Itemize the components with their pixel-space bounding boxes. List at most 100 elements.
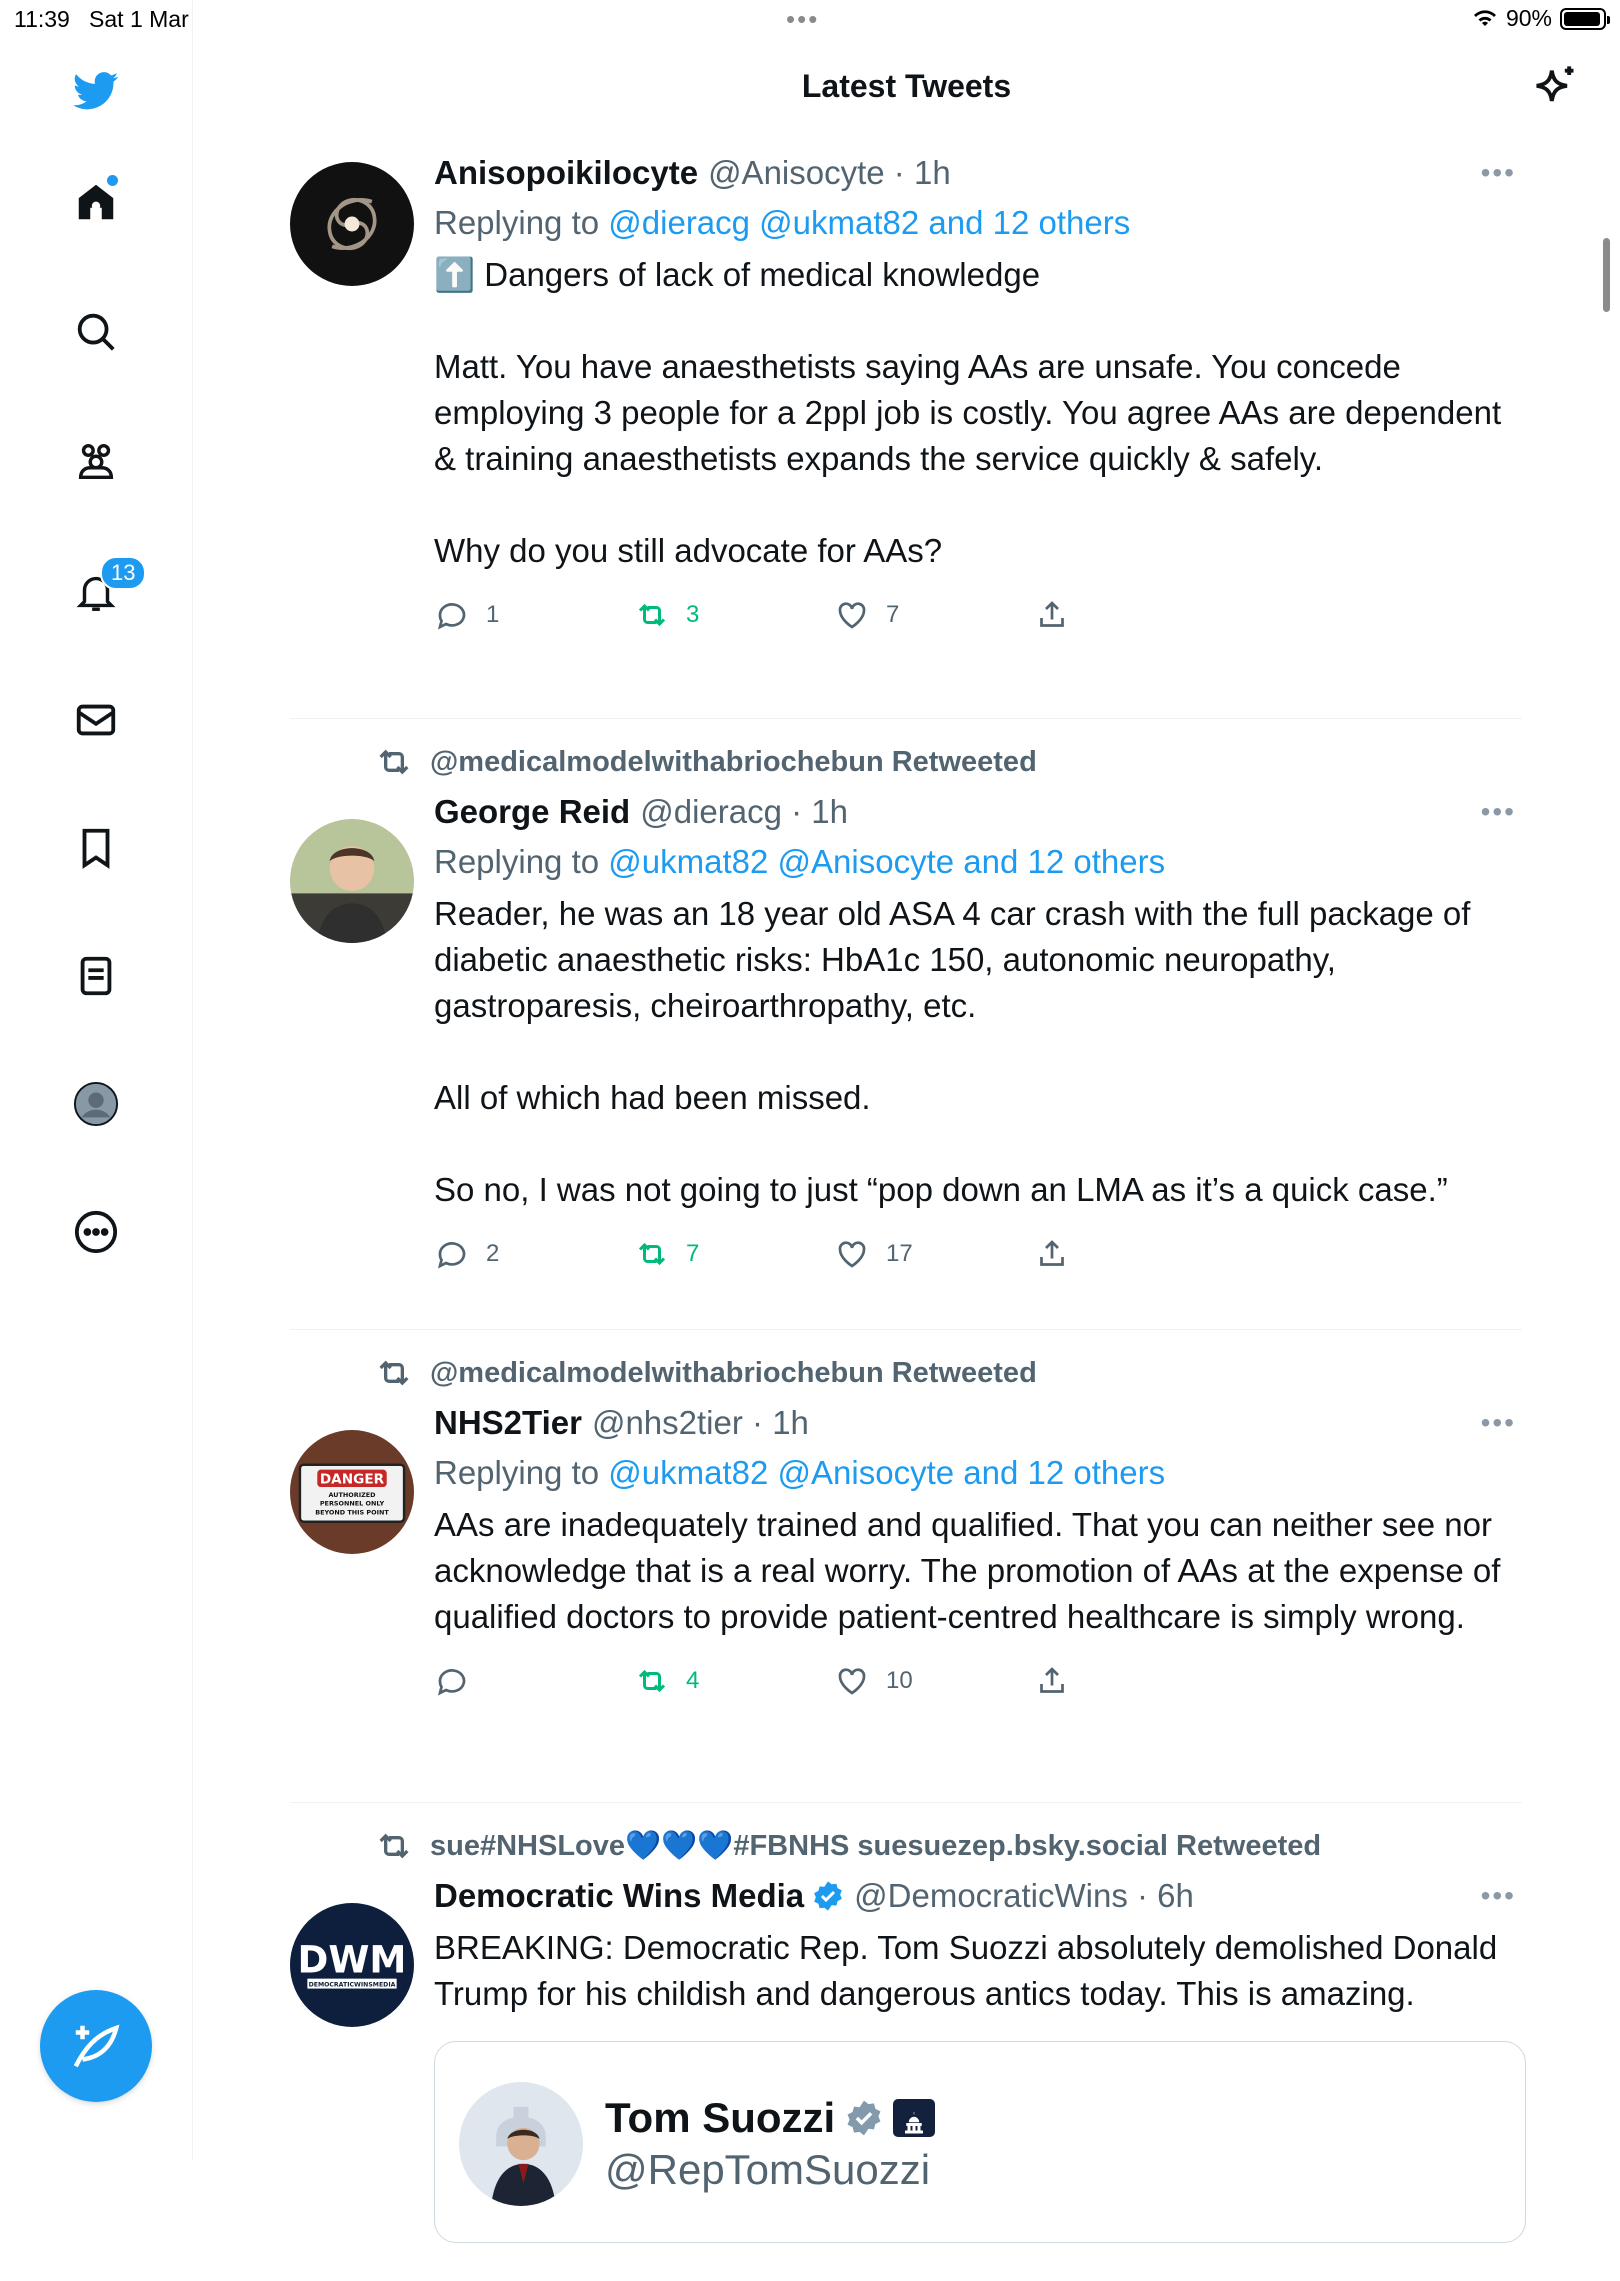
sidebar-item-profile[interactable] — [66, 1074, 126, 1134]
compose-tweet-button[interactable] — [40, 1990, 152, 2102]
retweeted-by[interactable]: sue#NHSLove💙💙💙#FBNHS suesuezep.bsky.soci… — [374, 1821, 1522, 1871]
tweet-header: George Reid @dieracg · 1h ••• — [434, 787, 1522, 837]
share-button[interactable] — [1034, 1236, 1234, 1272]
author-handle[interactable]: @DemocraticWins · 6h — [854, 1877, 1194, 1915]
tweet[interactable]: DWM DEMOCRATICWINSMEDIA sue#NHSLove💙💙💙#FB… — [290, 1821, 1526, 2281]
tweet-header: Democratic Wins Media @DemocraticWins · … — [434, 1871, 1522, 1921]
retweet-icon — [638, 1669, 666, 1693]
reply-icon — [437, 603, 466, 630]
tweet[interactable]: DANGER AUTHORIZED PERSONNEL ONLY BEYOND THI… — [290, 1348, 1522, 1803]
author-handle[interactable]: @nhs2tier · 1h — [592, 1404, 809, 1442]
like-button[interactable]: 7 — [834, 597, 1034, 633]
status-right: 90% — [1472, 5, 1610, 32]
reply-button[interactable]: 1 — [434, 597, 634, 633]
retweet-button[interactable]: 7 — [634, 1236, 834, 1272]
avatar[interactable] — [290, 819, 414, 943]
capitol-icon — [893, 2099, 936, 2137]
lists-icon — [80, 956, 112, 996]
sidebar-item-search[interactable] — [66, 302, 126, 362]
heart-icon — [838, 1241, 866, 1268]
heart-icon — [838, 602, 866, 629]
retweet-button[interactable]: 4 — [634, 1663, 834, 1699]
tweet-text: ⬆️ Dangers of lack of medical knowledge … — [434, 256, 1502, 569]
like-button[interactable]: 17 — [834, 1236, 1034, 1272]
wifi-icon — [1473, 9, 1496, 26]
svg-text:AUTHORIZED: AUTHORIZED — [328, 1491, 375, 1499]
author-name[interactable]: Democratic Wins Media — [434, 1877, 804, 1915]
tweet-more-icon[interactable]: ••• — [1481, 1880, 1516, 1912]
author-name[interactable]: George Reid — [434, 793, 630, 831]
author-name[interactable]: NHS2Tier — [434, 1404, 582, 1442]
tweet-text: BREAKING: Democratic Rep. Tom Suozzi abs… — [434, 1929, 1506, 2012]
share-button[interactable] — [1034, 1663, 1234, 1699]
replying-to: Replying to @ukmat82 @Anisocyte and 12 o… — [434, 1454, 1166, 1491]
communities-icon — [78, 443, 114, 480]
tweet-more-icon[interactable]: ••• — [1481, 1407, 1516, 1439]
twitter-logo-icon[interactable] — [66, 60, 126, 120]
quoted-avatar[interactable] — [459, 2082, 583, 2206]
quoted-author-name[interactable]: Tom Suozzi — [605, 2094, 936, 2142]
danger-sign-text: DANGER — [320, 1471, 385, 1487]
government-verified-badge-icon — [847, 2100, 881, 2136]
reply-mentions-link[interactable]: @ukmat82 @Anisocyte and 12 others — [608, 843, 1165, 880]
more-icon — [74, 1210, 118, 1254]
tweet[interactable]: @medicalmodelwithabriochebun Retweeted G… — [290, 737, 1522, 1330]
sidebar-item-messages[interactable] — [66, 690, 126, 750]
tweet-more-icon[interactable]: ••• — [1481, 157, 1516, 189]
avatar[interactable] — [290, 162, 414, 286]
share-icon — [1040, 1667, 1064, 1693]
tweet-body: @medicalmodelwithabriochebun Retweeted G… — [379, 737, 1522, 1289]
quoted-author-handle[interactable]: @RepTomSuozzi — [605, 2146, 930, 2194]
multitasking-dots[interactable]: ••• — [786, 4, 819, 35]
tweet-body: @medicalmodelwithabriochebun Retweeted N… — [379, 1348, 1522, 1716]
quoted-tweet[interactable]: Tom Suozzi @RepTomSuozzi — [434, 2041, 1526, 2243]
svg-text:BEYOND THIS POINT: BEYOND THIS POINT — [315, 1508, 389, 1516]
search-icon — [77, 313, 115, 351]
tweet-more-icon[interactable]: ••• — [1481, 796, 1516, 828]
share-icon — [1040, 601, 1064, 627]
reply-button[interactable] — [434, 1663, 634, 1699]
svg-text:PERSONNEL ONLY: PERSONNEL ONLY — [320, 1500, 385, 1508]
tweet-body: Anisopoikilocyte @Anisocyte · 1h ••• Rep… — [434, 148, 1522, 650]
share-button[interactable] — [1034, 597, 1234, 633]
verified-badge-icon — [814, 1881, 843, 1911]
replying-to: Replying to @ukmat82 @Anisocyte and 12 o… — [434, 843, 1166, 880]
dwm-logo-text: DWM — [298, 1937, 407, 1981]
compose-feather-icon — [73, 2024, 120, 2068]
sparkle-icon[interactable] — [1528, 62, 1580, 114]
retweeted-by[interactable]: @medicalmodelwithabriochebun Retweeted — [374, 1348, 1522, 1398]
profile-icon — [73, 1081, 119, 1127]
status-bar: 11:39 Sat 1 Mar ••• 90% — [0, 0, 1620, 40]
share-icon — [1040, 1240, 1064, 1266]
retweeted-by[interactable]: @medicalmodelwithabriochebun Retweeted — [374, 737, 1522, 787]
sidebar-item-lists[interactable] — [66, 946, 126, 1006]
avatar[interactable]: DANGER AUTHORIZED PERSONNEL ONLY BEYOND THI… — [290, 1430, 414, 1554]
home-unread-dot — [107, 175, 118, 186]
sidebar-item-more[interactable] — [66, 1202, 126, 1262]
retweet-icon — [379, 1360, 409, 1386]
tweet-body: sue#NHSLove💙💙💙#FBNHS suesuezep.bsky.soci… — [379, 1821, 1526, 2243]
reply-mentions-link[interactable]: @dieracg @ukmat82 and 12 others — [608, 204, 1130, 241]
tweet-actions: 2 7 17 — [434, 1219, 1522, 1289]
reply-icon — [437, 1669, 466, 1696]
avatar[interactable]: DWM DEMOCRATICWINSMEDIA — [290, 1903, 414, 2027]
sidebar-item-communities[interactable] — [66, 432, 126, 492]
like-button[interactable]: 10 — [834, 1663, 1034, 1699]
author-name[interactable]: Anisopoikilocyte — [434, 154, 698, 192]
scrollbar[interactable] — [1603, 238, 1610, 312]
bookmark-icon — [82, 828, 110, 869]
sidebar-item-bookmarks[interactable] — [66, 818, 126, 878]
tweet-feed: Anisopoikilocyte @Anisocyte · 1h ••• Rep… — [290, 140, 1526, 2281]
author-handle[interactable]: @Anisocyte · 1h — [708, 154, 951, 192]
tweet-text: Reader, he was an 18 year old ASA 4 car … — [434, 895, 1471, 1208]
reply-button[interactable]: 2 — [434, 1236, 634, 1272]
mail-icon — [76, 704, 116, 736]
retweet-icon — [379, 1833, 409, 1859]
retweet-button[interactable]: 3 — [634, 597, 834, 633]
tweet[interactable]: Anisopoikilocyte @Anisocyte · 1h ••• Rep… — [290, 148, 1522, 719]
tweet-header: Anisopoikilocyte @Anisocyte · 1h ••• — [434, 148, 1522, 198]
reply-mentions-link[interactable]: @ukmat82 @Anisocyte and 12 others — [608, 1454, 1165, 1491]
author-handle[interactable]: @dieracg · 1h — [640, 793, 848, 831]
notifications-badge: 13 — [100, 556, 147, 590]
replying-to: Replying to @dieracg @ukmat82 and 12 oth… — [434, 204, 1131, 241]
